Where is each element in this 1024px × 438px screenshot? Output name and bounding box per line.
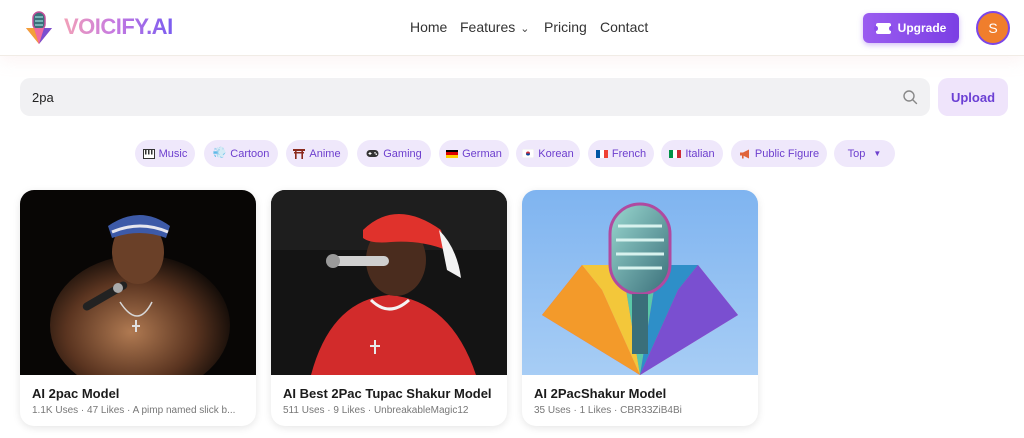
filter-chip-german[interactable]: German bbox=[439, 140, 509, 167]
ticket-icon bbox=[873, 22, 893, 34]
model-title: AI 2pac Model bbox=[32, 386, 120, 401]
gamepad-icon bbox=[366, 150, 379, 157]
model-cover-image bbox=[522, 190, 758, 375]
model-title: AI Best 2Pac Tupac Shakur Model bbox=[283, 386, 492, 401]
brand-name[interactable]: VOICIFY.AI bbox=[64, 14, 173, 40]
nav-pricing[interactable]: Pricing bbox=[544, 19, 587, 35]
caret-down-icon: ▼ bbox=[873, 149, 882, 158]
megaphone-icon bbox=[739, 149, 749, 158]
voice-model-card[interactable]: AI 2PacShakur Model 35 Uses · 1 Likes · … bbox=[522, 190, 758, 426]
model-cover-image bbox=[20, 190, 256, 375]
filter-chip-music[interactable]: Music bbox=[135, 140, 195, 167]
filter-chip-label: Music bbox=[158, 147, 188, 160]
voice-model-card[interactable]: AI 2pac Model 1.1K Uses · 47 Likes · A p… bbox=[20, 190, 256, 426]
filter-chip-korean[interactable]: Korean bbox=[516, 140, 580, 167]
filter-chip-label: Gaming bbox=[383, 147, 422, 160]
model-meta: 511 Uses · 9 Likes · UnbreakableMagic12 bbox=[283, 405, 469, 416]
german-flag-icon bbox=[446, 149, 459, 158]
nav-contact[interactable]: Contact bbox=[600, 19, 648, 35]
avatar[interactable]: S bbox=[976, 11, 1010, 45]
model-meta: 35 Uses · 1 Likes · CBR33ZiB4Bi bbox=[534, 405, 682, 416]
filter-chip-label: Public Figure bbox=[754, 147, 820, 160]
model-title: AI 2PacShakur Model bbox=[534, 386, 667, 401]
filter-chip-label: German bbox=[462, 147, 502, 160]
upgrade-label: Upgrade bbox=[897, 21, 947, 35]
filter-chip-french[interactable]: French bbox=[588, 140, 654, 167]
french-flag-icon bbox=[595, 149, 608, 158]
filter-chip-anime[interactable]: Anime bbox=[286, 140, 348, 167]
torii-icon bbox=[293, 149, 306, 159]
filter-chip-public-figure[interactable]: Public Figure bbox=[731, 140, 827, 167]
filter-chip-label: French bbox=[611, 147, 647, 160]
nav-features-label: Features bbox=[460, 19, 516, 35]
filter-chip-label: Top bbox=[847, 147, 866, 160]
search-bar bbox=[20, 78, 930, 116]
italian-flag-icon bbox=[669, 149, 682, 158]
search-icon[interactable] bbox=[902, 89, 918, 105]
nav-features[interactable]: Features ⌄ bbox=[460, 19, 529, 35]
chevron-down-icon: ⌄ bbox=[520, 23, 530, 35]
filter-chip-label: Anime bbox=[309, 147, 341, 160]
korean-flag-icon bbox=[522, 149, 535, 158]
top-navigation-bar: VOICIFY.AI Home Features ⌄ Pricing Contac… bbox=[0, 0, 1024, 56]
filter-chip-cartoon[interactable]: 💨 Cartoon bbox=[204, 140, 278, 167]
filter-chip-label: Korean bbox=[538, 147, 574, 160]
upload-button[interactable]: Upload bbox=[938, 78, 1008, 116]
filter-chip-label: Italian bbox=[685, 147, 715, 160]
search-input[interactable] bbox=[32, 87, 892, 107]
upgrade-button[interactable]: Upgrade bbox=[863, 13, 959, 43]
filter-chip-top[interactable]: Top ▼ bbox=[834, 140, 895, 167]
filter-chip-label: Cartoon bbox=[230, 147, 270, 160]
model-meta: 1.1K Uses · 47 Likes · A pimp named slic… bbox=[32, 405, 236, 416]
voice-model-card[interactable]: AI Best 2Pac Tupac Shakur Model 511 Uses… bbox=[271, 190, 507, 426]
filter-chip-italian[interactable]: Italian bbox=[661, 140, 723, 167]
logo-icon[interactable] bbox=[22, 10, 56, 46]
filter-chip-gaming[interactable]: Gaming bbox=[357, 140, 431, 167]
model-cover-image bbox=[271, 190, 507, 375]
piano-icon bbox=[142, 148, 155, 159]
cartoon-icon: 💨 bbox=[212, 147, 227, 159]
nav-home[interactable]: Home bbox=[410, 19, 447, 35]
